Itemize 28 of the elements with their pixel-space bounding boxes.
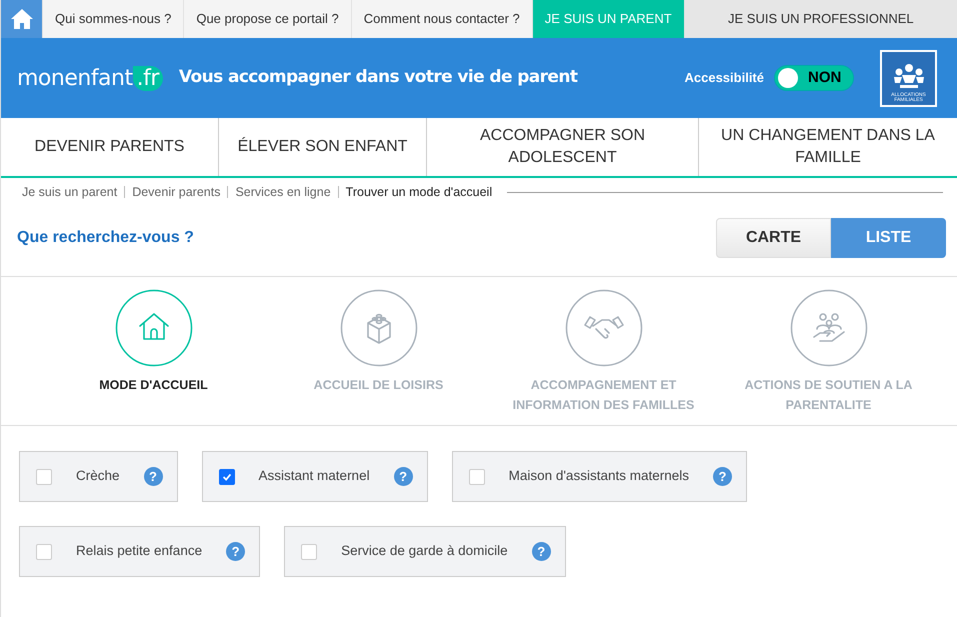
tagline: Vous accompagner dans votre vie de parent [178, 66, 578, 90]
accessibility-label: Accessibilité [684, 69, 764, 88]
blocks-icon [340, 289, 418, 367]
accessibility-toggle[interactable]: NON [774, 65, 854, 91]
breadcrumb-link[interactable]: Je suis un parent [15, 186, 126, 198]
checkbox[interactable] [36, 468, 52, 484]
handshake-icon [564, 289, 642, 367]
family-icon [790, 289, 868, 367]
audience-tab[interactable]: JE SUIS UN PROFESSIONNEL [684, 0, 957, 38]
checkbox[interactable] [301, 544, 318, 560]
filter-option[interactable]: Crèche ? [19, 451, 178, 502]
filter-option[interactable]: Maison d'assistants maternels ? [452, 451, 747, 502]
view-toggle-button[interactable]: CARTE [716, 218, 831, 258]
category-tab[interactable]: MODE D'ACCUEIL [41, 289, 266, 415]
home-icon [10, 8, 34, 30]
house-icon [114, 289, 192, 367]
home-button[interactable] [1, 0, 42, 38]
breadcrumb-link[interactable]: Devenir parents [125, 186, 228, 198]
search-heading: Que recherchez-vous ? [17, 228, 194, 248]
checkbox[interactable] [36, 544, 52, 560]
current-page-label: Trouver un mode d'accueil [344, 186, 494, 198]
filter-option[interactable]: Service de garde à domicile ? [284, 526, 566, 577]
checkbox[interactable] [468, 468, 485, 484]
filter-option[interactable]: Relais petite enfance ? [19, 526, 260, 577]
site-logo[interactable]: monenfant .fr [17, 62, 163, 94]
checkbox[interactable] [218, 468, 235, 484]
breadcrumb-link[interactable]: Services en ligne [228, 186, 339, 198]
filter-option[interactable]: Assistant maternel ? [202, 451, 428, 502]
